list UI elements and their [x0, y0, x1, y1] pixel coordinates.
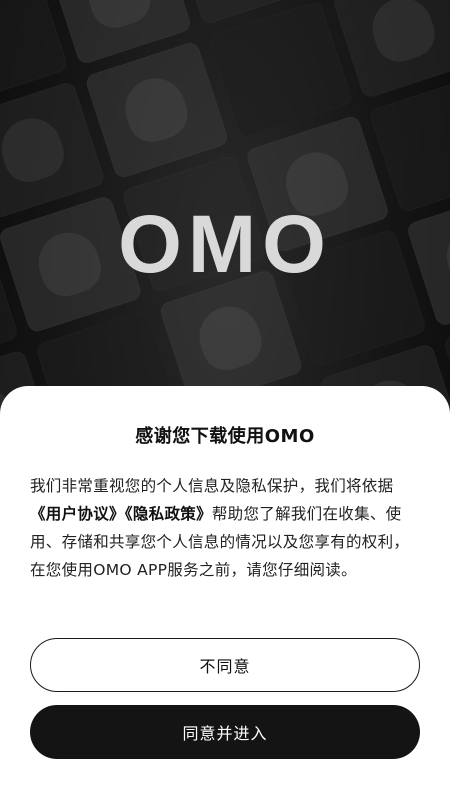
body-text-intro: 我们非常重视您的个人信息及隐私保护，我们将依据 [30, 477, 394, 495]
omo-logo: OMO [118, 200, 332, 290]
agree-and-enter-button[interactable]: 同意并进入 [30, 705, 420, 759]
privacy-consent-sheet: 感谢您下载使用OMO 我们非常重视您的个人信息及隐私保护，我们将依据《用户协议》… [0, 386, 450, 800]
decline-button-label: 不同意 [199, 657, 251, 676]
art-tile [331, 0, 450, 100]
art-tile [207, 0, 354, 140]
art-tile [84, 40, 230, 180]
dialog-title: 感谢您下载使用OMO [135, 426, 315, 447]
privacy-policy-link[interactable]: 《隐私政策》 [125, 505, 212, 523]
decline-button[interactable]: 不同意 [30, 638, 420, 692]
dialog-body: 我们非常重视您的个人信息及隐私保护，我们将依据《用户协议》《隐私政策》帮助您了解… [30, 472, 422, 584]
logo-text: OMO [118, 200, 332, 290]
user-agreement-link[interactable]: 《用户协议》 [30, 505, 125, 523]
art-tile [0, 80, 107, 220]
agree-button-label: 同意并进入 [182, 724, 268, 743]
